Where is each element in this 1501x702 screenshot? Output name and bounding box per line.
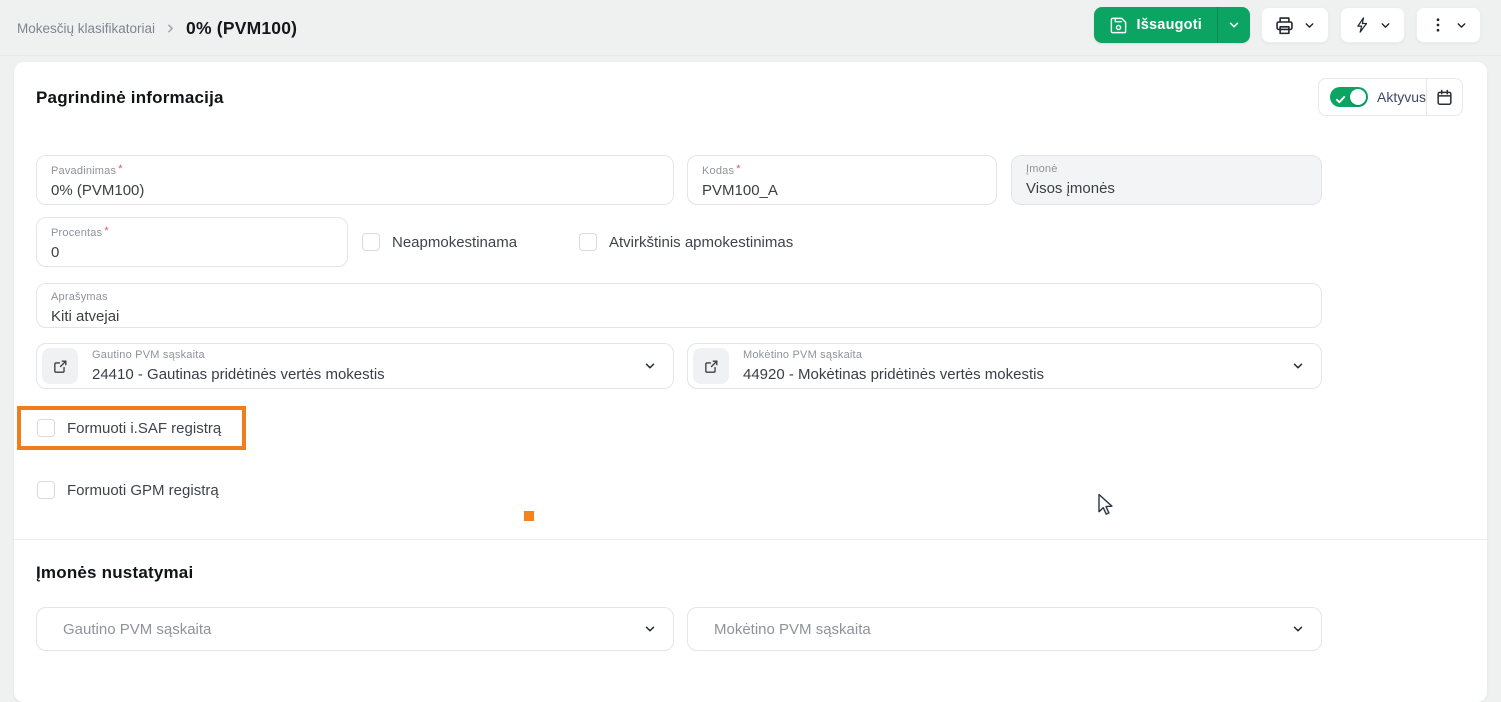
chevron-down-icon xyxy=(643,359,657,378)
select-placeholder: Mokėtino PVM sąskaita xyxy=(714,620,871,638)
checkbox-box xyxy=(362,233,380,251)
active-toggle-label: Aktyvus xyxy=(1377,89,1427,105)
checkbox-label: Formuoti GPM registrą xyxy=(67,481,219,499)
chevron-down-icon xyxy=(1291,622,1305,641)
checkbox-formuoti-isaf-registra[interactable]: Formuoti i.SAF registrą xyxy=(37,419,221,437)
highlight-annotation-dot xyxy=(524,511,534,521)
breadcrumb-chevron-icon xyxy=(164,22,177,35)
external-link-icon[interactable] xyxy=(42,348,78,384)
save-button-label: Išsaugoti xyxy=(1136,17,1202,33)
field-label: Kodas xyxy=(702,165,735,177)
field-imone: Įmonė Visos įmonės xyxy=(1011,155,1322,205)
section-divider xyxy=(14,539,1487,540)
field-kodas[interactable]: Kodas * PVM100_A xyxy=(687,155,997,205)
kebab-menu-icon xyxy=(1429,16,1447,34)
main-card: Pagrindinė informacija Aktyvus Pavadinim… xyxy=(14,62,1487,702)
field-value: 0% (PVM100) xyxy=(51,182,145,199)
select-value: 24410 - Gautinas pridėtinės vertės mokes… xyxy=(92,365,385,383)
validity-calendar-button[interactable] xyxy=(1427,79,1462,115)
chevron-down-icon xyxy=(1455,19,1468,32)
checkbox-label: Neapmokestinama xyxy=(392,233,518,251)
field-label: Įmonė xyxy=(1026,163,1058,175)
select-company-moketino-pvm[interactable]: Mokėtino PVM sąskaita xyxy=(687,607,1322,651)
breadcrumb-parent-link[interactable]: Mokesčių klasifikatoriai xyxy=(17,21,155,36)
printer-icon xyxy=(1274,15,1295,36)
chevron-down-icon xyxy=(1303,19,1316,32)
breadcrumb: Mokesčių klasifikatoriai 0% (PVM100) xyxy=(17,0,297,56)
check-icon xyxy=(1335,92,1346,110)
required-asterisk: * xyxy=(104,225,109,237)
save-dropdown-button[interactable] xyxy=(1217,7,1250,43)
quick-actions-button[interactable] xyxy=(1340,7,1405,43)
required-asterisk: * xyxy=(736,163,741,175)
active-toggle[interactable] xyxy=(1330,87,1368,107)
page-title: 0% (PVM100) xyxy=(186,17,298,38)
checkbox-box xyxy=(37,481,55,499)
checkbox-atvirkstinis-apmokestinimas[interactable]: Atvirkštinis apmokestinimas xyxy=(579,233,793,251)
required-asterisk: * xyxy=(118,163,123,175)
save-split-button: Išsaugoti xyxy=(1093,7,1250,43)
save-icon xyxy=(1109,16,1128,35)
select-company-gautino-pvm[interactable]: Gautino PVM sąskaita xyxy=(36,607,674,651)
field-value: 0 xyxy=(51,244,60,261)
select-value: 44920 - Mokėtinas pridėtinės vertės moke… xyxy=(743,365,1044,383)
print-button[interactable] xyxy=(1261,7,1329,43)
field-aprasymas[interactable]: Aprašymas Kiti atvejai xyxy=(36,283,1322,328)
field-procentas[interactable]: Procentas * 0 xyxy=(36,217,348,267)
select-placeholder: Gautino PVM sąskaita xyxy=(63,620,212,638)
chevron-down-icon xyxy=(1291,359,1305,378)
section-title-company: Įmonės nustatymai xyxy=(36,563,194,582)
checkbox-label: Atvirkštinis apmokestinimas xyxy=(609,233,794,251)
checkbox-neapmokestinama[interactable]: Neapmokestinama xyxy=(362,233,517,251)
section-title-main: Pagrindinė informacija xyxy=(36,88,224,107)
active-status-control: Aktyvus xyxy=(1318,78,1463,116)
chevron-down-icon xyxy=(1379,19,1392,32)
checkbox-box xyxy=(37,419,55,437)
checkbox-formuoti-gpm-registra[interactable]: Formuoti GPM registrą xyxy=(37,481,219,499)
toggle-knob xyxy=(1350,89,1366,105)
select-gautino-pvm-saskaita[interactable]: Gautino PVM sąskaita 24410 - Gautinas pr… xyxy=(36,343,674,389)
field-label: Aprašymas xyxy=(51,291,108,303)
field-value: Visos įmonės xyxy=(1026,180,1115,197)
chevron-down-icon xyxy=(643,622,657,641)
save-button[interactable]: Išsaugoti xyxy=(1094,7,1217,43)
chevron-down-icon xyxy=(1227,18,1241,32)
lightning-icon xyxy=(1353,16,1371,34)
checkbox-box xyxy=(579,233,597,251)
checkbox-label: Formuoti i.SAF registrą xyxy=(67,419,222,437)
select-label: Gautino PVM sąskaita xyxy=(92,348,205,361)
field-label: Procentas xyxy=(51,227,103,239)
select-moketino-pvm-saskaita[interactable]: Mokėtino PVM sąskaita 44920 - Mokėtinas … xyxy=(687,343,1322,389)
field-value: Kiti atvejai xyxy=(51,308,120,325)
more-options-button[interactable] xyxy=(1416,7,1481,43)
top-actions: Išsaugoti xyxy=(1093,7,1481,43)
external-link-icon[interactable] xyxy=(693,348,729,384)
field-label: Pavadinimas xyxy=(51,165,117,177)
calendar-icon xyxy=(1435,88,1454,107)
field-value: PVM100_A xyxy=(702,182,778,199)
top-bar: Mokesčių klasifikatoriai 0% (PVM100) Išs… xyxy=(0,0,1501,56)
select-label: Mokėtino PVM sąskaita xyxy=(743,348,863,361)
field-pavadinimas[interactable]: Pavadinimas * 0% (PVM100) xyxy=(36,155,674,205)
